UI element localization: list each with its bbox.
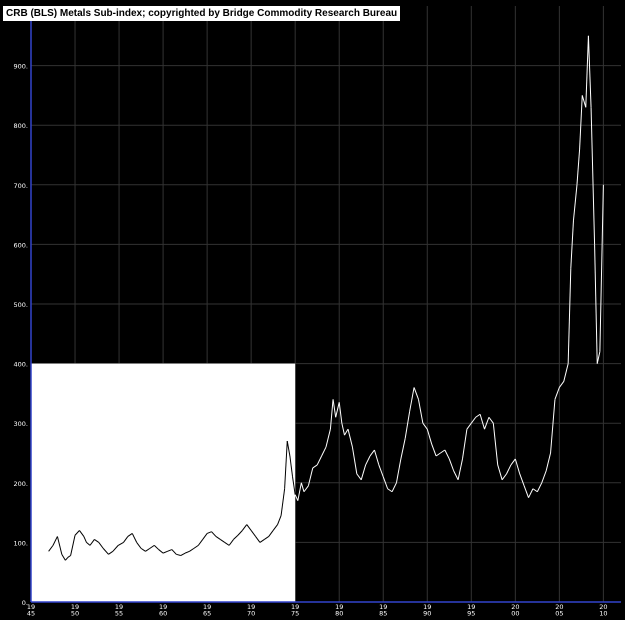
highlight-region-group <box>31 363 296 602</box>
y-tick-label: 400. <box>14 361 28 369</box>
y-tick-label: 300. <box>14 420 28 428</box>
x-tick-label-bottom: 45 <box>27 610 35 617</box>
x-tick-label-bottom: 60 <box>159 610 167 617</box>
x-tick-label-bottom: 65 <box>203 610 211 617</box>
x-tick-label-bottom: 80 <box>335 610 343 617</box>
y-tick-label: 600. <box>14 241 28 249</box>
x-tick-label-bottom: 05 <box>555 610 563 617</box>
y-tick-label: 700. <box>14 182 28 190</box>
x-tick-label-bottom: 85 <box>379 610 387 617</box>
x-tick-label-bottom: 00 <box>511 610 519 617</box>
y-tick-label: 900. <box>14 63 28 71</box>
x-tick-label-bottom: 75 <box>291 610 299 617</box>
chart-title: CRB (BLS) Metals Sub-index; copyrighted … <box>3 6 401 21</box>
y-tick-label: 200. <box>14 480 28 488</box>
chart-root: 0. 100. 200. 300. 400. 500. 600. 700. 800. 900. 1… <box>0 0 625 618</box>
x-tick-label-bottom: 10 <box>599 610 607 617</box>
x-tick-label-bottom: 50 <box>71 610 79 617</box>
y-tick-label: 800. <box>14 122 28 130</box>
y-tick-label: 500. <box>14 301 28 309</box>
x-tick-label-bottom: 70 <box>247 610 255 617</box>
x-tick-label-bottom: 55 <box>115 610 123 617</box>
x-tick-label-bottom: 95 <box>467 610 475 617</box>
line-chart: 0.100.200.300.400.500.600.700.800.900. 1… <box>0 0 625 618</box>
y-tick-label: 100. <box>14 539 28 547</box>
x-tick-label-bottom: 90 <box>423 610 431 617</box>
highlight-region <box>31 363 296 602</box>
